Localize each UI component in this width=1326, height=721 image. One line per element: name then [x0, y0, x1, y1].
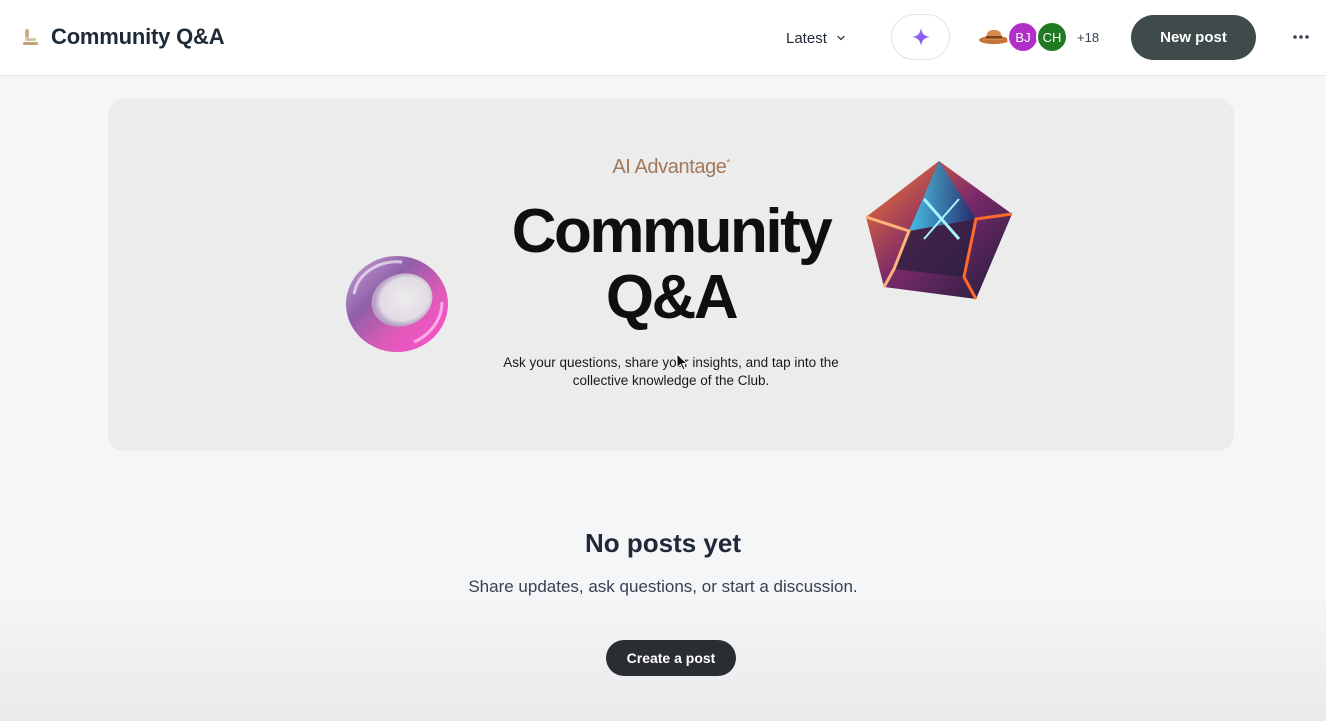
create-post-button[interactable]: Create a post	[606, 640, 736, 676]
more-options-icon[interactable]	[1289, 27, 1313, 47]
member-avatars[interactable]: BJ CH +18	[978, 21, 1099, 53]
glass-ring-graphic	[346, 256, 448, 352]
empty-state-subtitle: Share updates, ask questions, or start a…	[468, 577, 858, 596]
mouse-cursor-icon	[676, 353, 688, 371]
sort-dropdown[interactable]: Latest	[786, 27, 847, 49]
space-title: Community Q&A	[51, 24, 225, 49]
more-members-count[interactable]: +18	[1077, 30, 1099, 45]
hat-emoji-icon	[978, 21, 1010, 53]
banner-subtitle: Ask your questions, share your insights,…	[503, 355, 839, 388]
new-post-button[interactable]: New post	[1131, 15, 1256, 60]
banner-title: Community Q&A	[511, 197, 833, 332]
cover-banner: AI Advantage* Community Q&A Ask your que…	[108, 99, 1234, 451]
avatar[interactable]: CH	[1036, 21, 1068, 53]
ai-assistant-button[interactable]	[891, 14, 950, 60]
space-emoji-icon	[22, 27, 40, 47]
avatar[interactable]: BJ	[1007, 21, 1039, 53]
empty-state-title: No posts yet	[584, 528, 742, 558]
sort-label: Latest	[786, 29, 827, 47]
brand-wordmark: AI Advantage*	[612, 156, 730, 178]
top-bar: Community Q&A Latest BJ CH +18 New post	[0, 0, 1326, 76]
sparkle-icon	[911, 28, 930, 46]
chevron-down-icon	[837, 35, 845, 41]
glass-gem-graphic	[865, 161, 1013, 300]
